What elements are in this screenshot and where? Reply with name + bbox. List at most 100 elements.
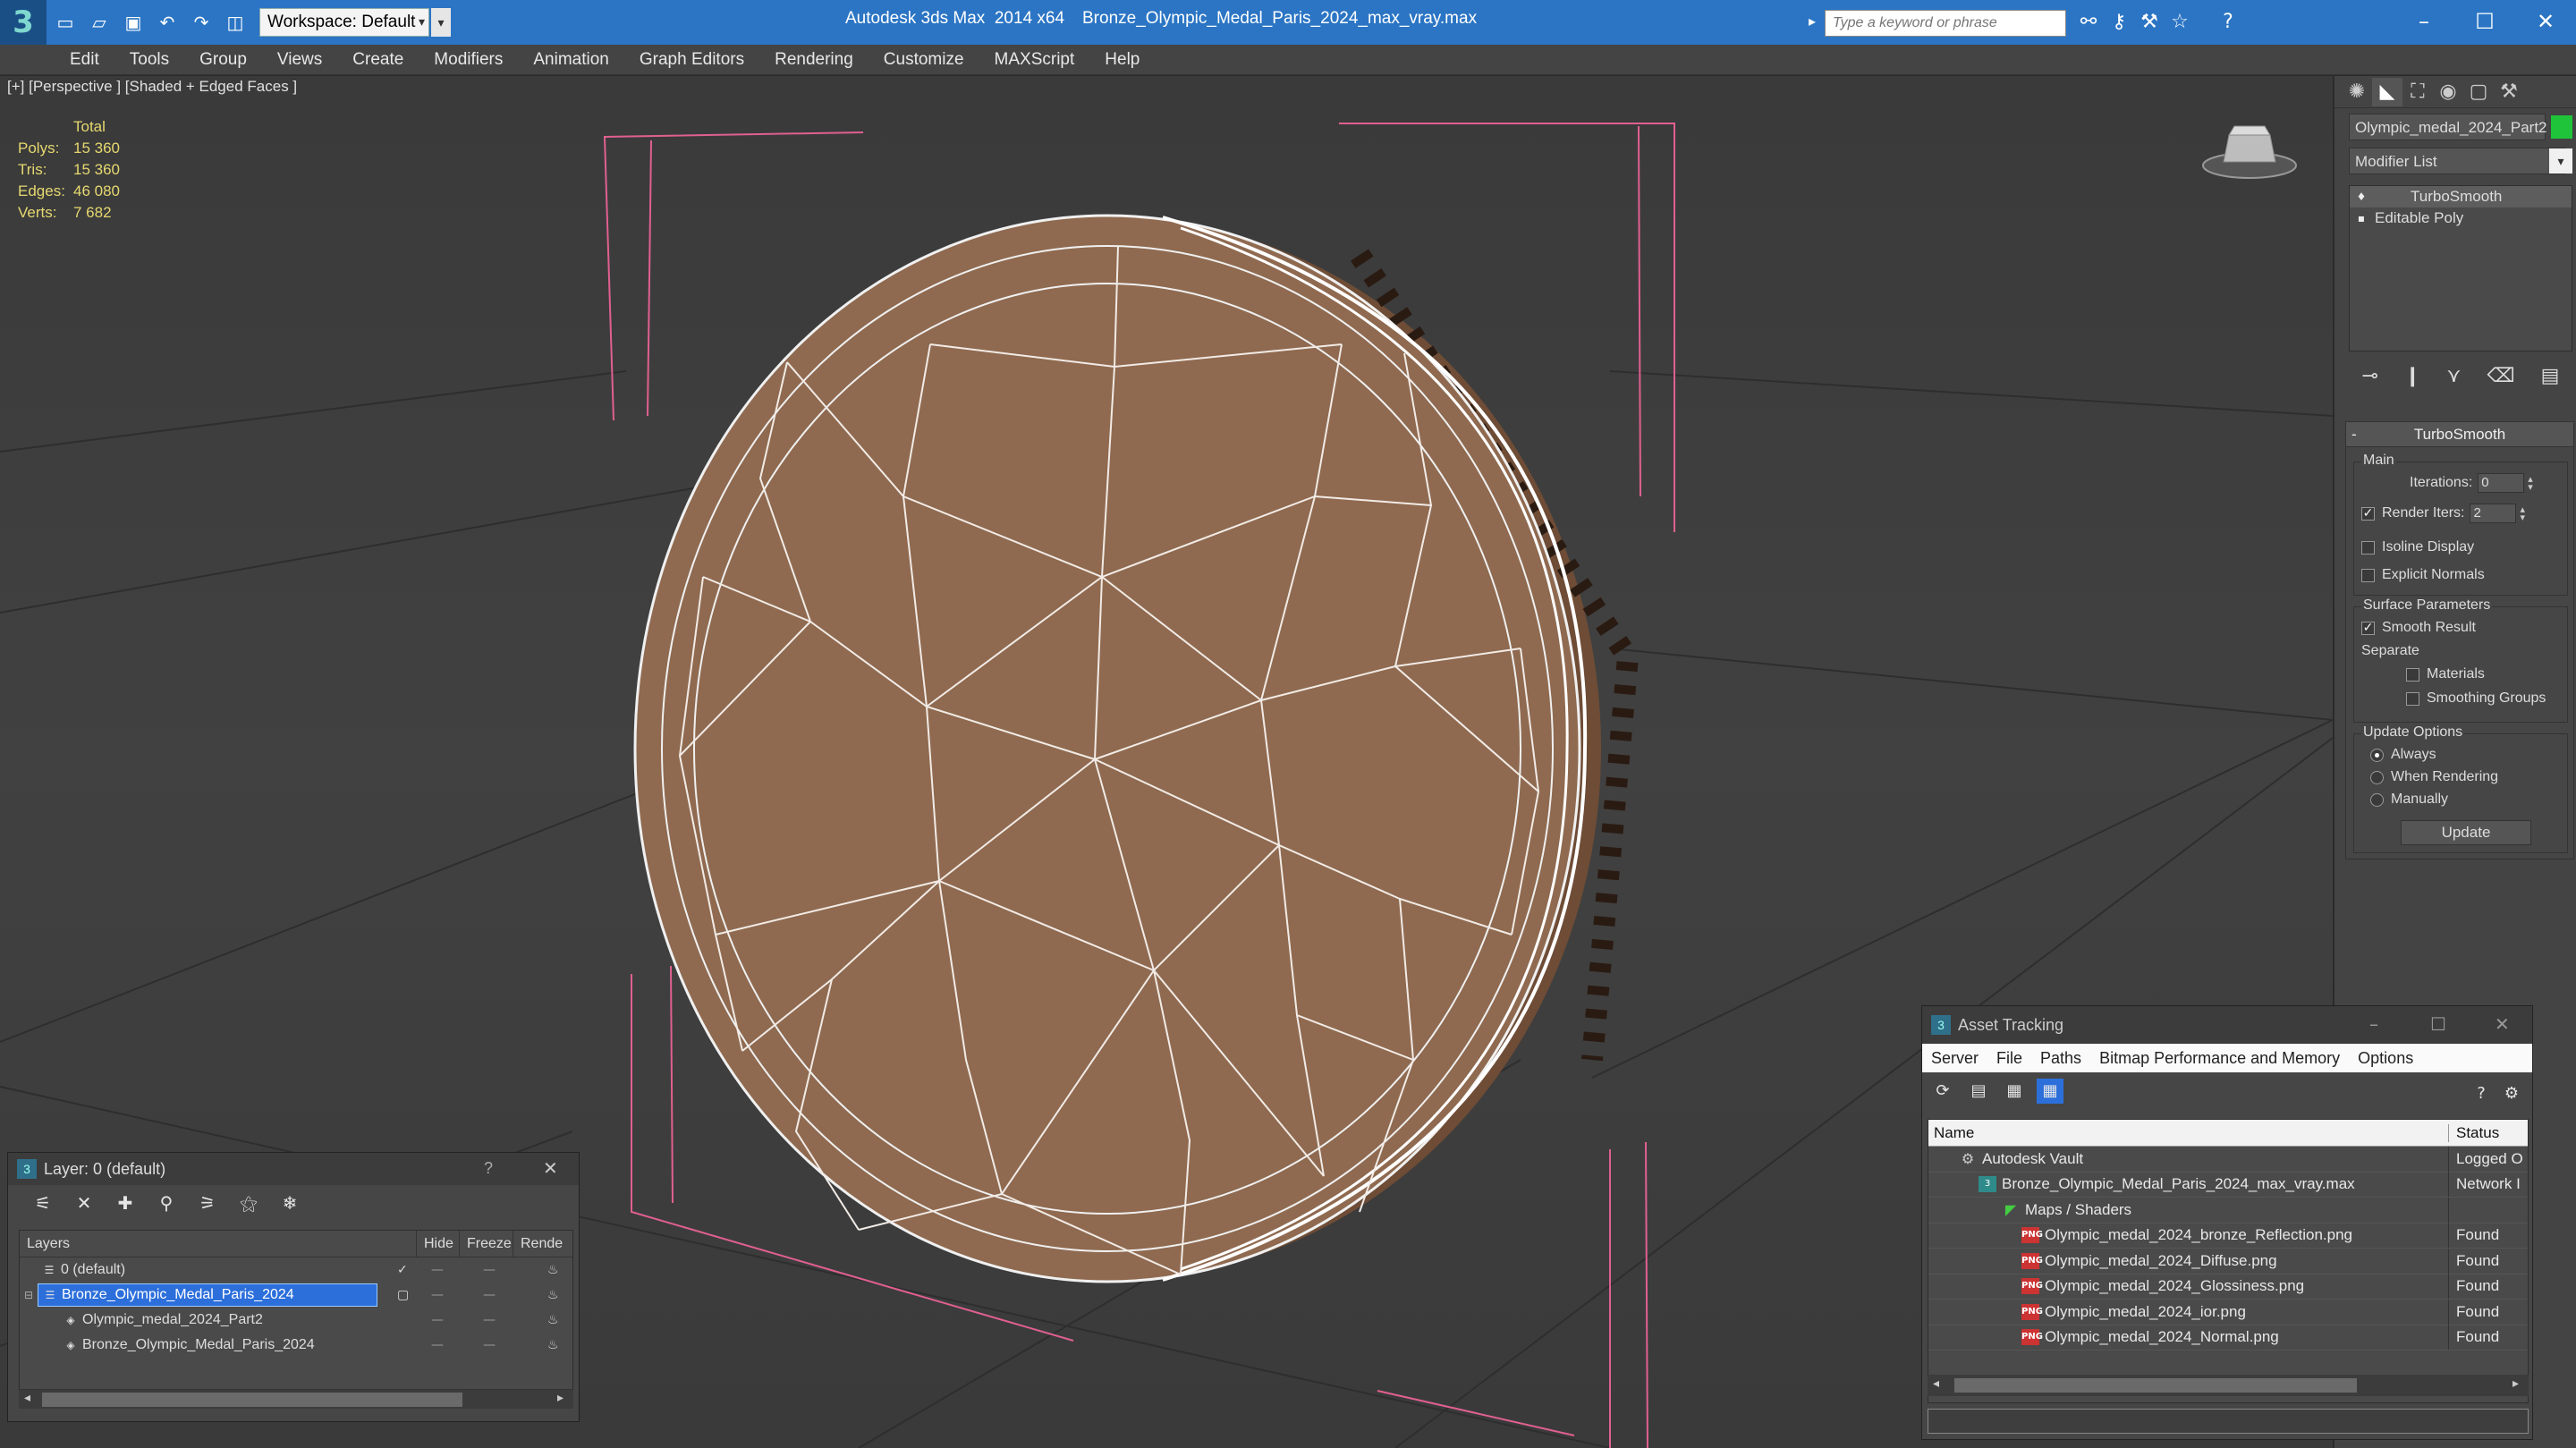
menu-create[interactable]: Create bbox=[352, 50, 403, 70]
stack-item-turbosmooth[interactable]: ♦ TurboSmooth bbox=[2350, 186, 2572, 207]
object-color-swatch[interactable] bbox=[2551, 115, 2572, 139]
utilities-tab-icon[interactable]: ⚒ bbox=[2494, 78, 2524, 106]
maximize-icon[interactable]: ☐ bbox=[2458, 4, 2512, 39]
asset-row[interactable]: PNG Olympic_medal_2024_Diffuse.png Found bbox=[1928, 1248, 2528, 1274]
iterations-spinner[interactable]: 0 bbox=[2478, 473, 2525, 493]
freeze-toggle[interactable]: — bbox=[483, 1288, 496, 1302]
set-active-layer-icon[interactable]: ▢ bbox=[397, 1288, 409, 1302]
asset-horizontal-scrollbar[interactable]: ◂ ▸ bbox=[1928, 1375, 2529, 1396]
select-objects-icon[interactable]: ⚲ bbox=[151, 1190, 182, 1216]
expand-icon[interactable]: ▪ bbox=[2355, 212, 2368, 224]
tree-view-icon[interactable]: ▦ bbox=[2001, 1079, 2028, 1104]
scroll-right-icon[interactable]: ▸ bbox=[557, 1391, 564, 1405]
freeze-toggle[interactable]: — bbox=[483, 1313, 496, 1327]
layer-horizontal-scrollbar[interactable]: ◂ ▸ bbox=[19, 1389, 573, 1409]
open-icon[interactable]: ▱ bbox=[84, 7, 114, 38]
asset-dialog-titlebar[interactable]: 3 Asset Tracking – ☐ ✕ bbox=[1922, 1006, 2532, 1044]
project-icon[interactable]: ◫ bbox=[220, 7, 250, 38]
freeze-toggle[interactable]: — bbox=[483, 1338, 496, 1352]
scroll-right-icon[interactable]: ▸ bbox=[2512, 1376, 2519, 1391]
scrollbar-thumb[interactable] bbox=[1954, 1378, 2357, 1393]
asset-row[interactable]: PNG Olympic_medal_2024_Normal.png Found bbox=[1928, 1325, 2528, 1351]
menu-edit[interactable]: Edit bbox=[70, 50, 99, 70]
make-unique-icon[interactable]: ⋎ bbox=[2446, 365, 2461, 387]
manually-radio[interactable] bbox=[2370, 792, 2384, 807]
materials-checkbox[interactable] bbox=[2406, 667, 2419, 682]
freeze-all-icon[interactable]: ❄ bbox=[275, 1190, 305, 1216]
redo-icon[interactable]: ↷ bbox=[186, 7, 216, 38]
menu-bitmap-performance[interactable]: Bitmap Performance and Memory bbox=[2099, 1049, 2340, 1068]
freeze-toggle[interactable]: — bbox=[483, 1263, 496, 1277]
layer-row[interactable]: ☰ 0 (default) ✓ — — ♨ bbox=[20, 1257, 572, 1283]
isoline-checkbox[interactable] bbox=[2361, 540, 2375, 555]
search-expand-icon[interactable]: ▸ bbox=[1809, 13, 1816, 30]
table-view-icon[interactable]: ▦ bbox=[2037, 1079, 2063, 1104]
column-name[interactable]: Name bbox=[1928, 1123, 2449, 1142]
favorites-icon[interactable]: ☆ bbox=[2166, 11, 2193, 36]
asset-row[interactable]: PNG Olympic_medal_2024_Glossiness.png Fo… bbox=[1928, 1274, 2528, 1300]
menu-graph-editors[interactable]: Graph Editors bbox=[640, 50, 744, 70]
hide-toggle[interactable]: — bbox=[431, 1288, 444, 1302]
render-iters-checkbox[interactable]: ✓ bbox=[2361, 506, 2375, 521]
viewcube-icon[interactable] bbox=[2200, 119, 2299, 182]
active-layer-check-icon[interactable]: ✓ bbox=[397, 1263, 408, 1277]
render-teapot-icon[interactable]: ♨ bbox=[547, 1313, 559, 1327]
rollout-header[interactable]: - TurboSmooth bbox=[2346, 422, 2573, 447]
layer-row[interactable]: ⊟ ☰ Bronze_Olympic_Medal_Paris_2024 ▢ — … bbox=[20, 1283, 572, 1308]
refresh-icon[interactable]: ⟳ bbox=[1929, 1079, 1956, 1104]
lightbulb-icon[interactable]: ♦ bbox=[2355, 191, 2368, 203]
hide-toggle[interactable]: — bbox=[431, 1313, 444, 1327]
layer-row[interactable]: ◈ Olympic_medal_2024_Part2 — — ♨ bbox=[20, 1308, 572, 1333]
pin-stack-icon[interactable]: ⊸ bbox=[2362, 365, 2378, 387]
when-rendering-radio[interactable] bbox=[2370, 770, 2384, 784]
menu-views[interactable]: Views bbox=[277, 50, 322, 70]
explicit-normals-checkbox[interactable] bbox=[2361, 568, 2375, 582]
hide-toggle[interactable]: — bbox=[431, 1263, 444, 1277]
smooth-result-checkbox[interactable]: ✓ bbox=[2361, 621, 2375, 635]
add-to-layer-icon[interactable]: ✚ bbox=[110, 1190, 140, 1216]
asset-row[interactable]: PNG Olympic_medal_2024_bronze_Reflection… bbox=[1928, 1223, 2528, 1249]
asset-row[interactable]: 3 Bronze_Olympic_Medal_Paris_2024_max_vr… bbox=[1928, 1172, 2528, 1198]
column-render[interactable]: Rende bbox=[513, 1231, 572, 1257]
menu-modifiers[interactable]: Modifiers bbox=[434, 50, 503, 70]
create-layer-icon[interactable]: ⚟ bbox=[28, 1190, 58, 1216]
render-teapot-icon[interactable]: ♨ bbox=[547, 1338, 559, 1352]
smoothing-groups-checkbox[interactable] bbox=[2406, 691, 2419, 706]
collapse-icon[interactable]: ⊟ bbox=[20, 1289, 38, 1301]
column-layers[interactable]: Layers bbox=[20, 1230, 417, 1257]
spinner-arrows-icon[interactable]: ▴ ▾ bbox=[2528, 474, 2533, 492]
asset-row[interactable]: PNG Olympic_medal_2024_ior.png Found bbox=[1928, 1299, 2528, 1325]
asset-row[interactable]: ⚙ Autodesk Vault Logged O bbox=[1928, 1146, 2528, 1173]
modifier-list-dropdown[interactable]: Modifier List bbox=[2349, 148, 2565, 174]
hide-all-icon[interactable]: ⚝ bbox=[233, 1190, 264, 1216]
menu-tools[interactable]: Tools bbox=[130, 50, 169, 70]
chevron-down-icon[interactable]: ▾ bbox=[2549, 148, 2572, 174]
menu-group[interactable]: Group bbox=[199, 50, 247, 70]
menu-paths[interactable]: Paths bbox=[2040, 1049, 2081, 1068]
minimize-icon[interactable]: – bbox=[2397, 4, 2451, 39]
scroll-left-icon[interactable]: ◂ bbox=[1933, 1376, 1939, 1391]
save-icon[interactable]: ▣ bbox=[118, 7, 148, 38]
minimize-icon[interactable]: – bbox=[2369, 1013, 2378, 1035]
scroll-left-icon[interactable]: ◂ bbox=[24, 1391, 30, 1405]
hierarchy-tab-icon[interactable]: ⛶ bbox=[2402, 78, 2433, 106]
highlight-layer-icon[interactable]: ⚞ bbox=[192, 1190, 223, 1216]
column-freeze[interactable]: Freeze bbox=[460, 1230, 513, 1257]
menu-options[interactable]: Options bbox=[2358, 1049, 2413, 1068]
render-teapot-icon[interactable]: ♨ bbox=[547, 1288, 559, 1302]
spinner-arrows-icon[interactable]: ▴ ▾ bbox=[2520, 504, 2525, 522]
maximize-icon[interactable]: ☐ bbox=[2430, 1013, 2446, 1035]
help-icon[interactable]: ? bbox=[2468, 1081, 2495, 1106]
create-tab-icon[interactable]: ✺ bbox=[2342, 78, 2372, 106]
menu-server[interactable]: Server bbox=[1931, 1049, 1979, 1068]
key-icon[interactable]: ⚷ bbox=[2106, 11, 2132, 36]
quick-access-dropdown[interactable]: ▾ bbox=[431, 8, 451, 37]
show-end-result-icon[interactable]: ❙ bbox=[2404, 365, 2420, 387]
object-name-field[interactable]: Olympic_medal_2024_Part2 bbox=[2349, 114, 2547, 140]
list-view-icon[interactable]: ▤ bbox=[1965, 1079, 1992, 1104]
column-hide[interactable]: Hide bbox=[417, 1230, 460, 1257]
communication-icon[interactable]: ⚒ bbox=[2136, 11, 2163, 36]
close-icon[interactable]: ✕ bbox=[2519, 4, 2572, 39]
undo-icon[interactable]: ↶ bbox=[152, 7, 182, 38]
help-icon[interactable]: ? bbox=[2215, 11, 2241, 36]
